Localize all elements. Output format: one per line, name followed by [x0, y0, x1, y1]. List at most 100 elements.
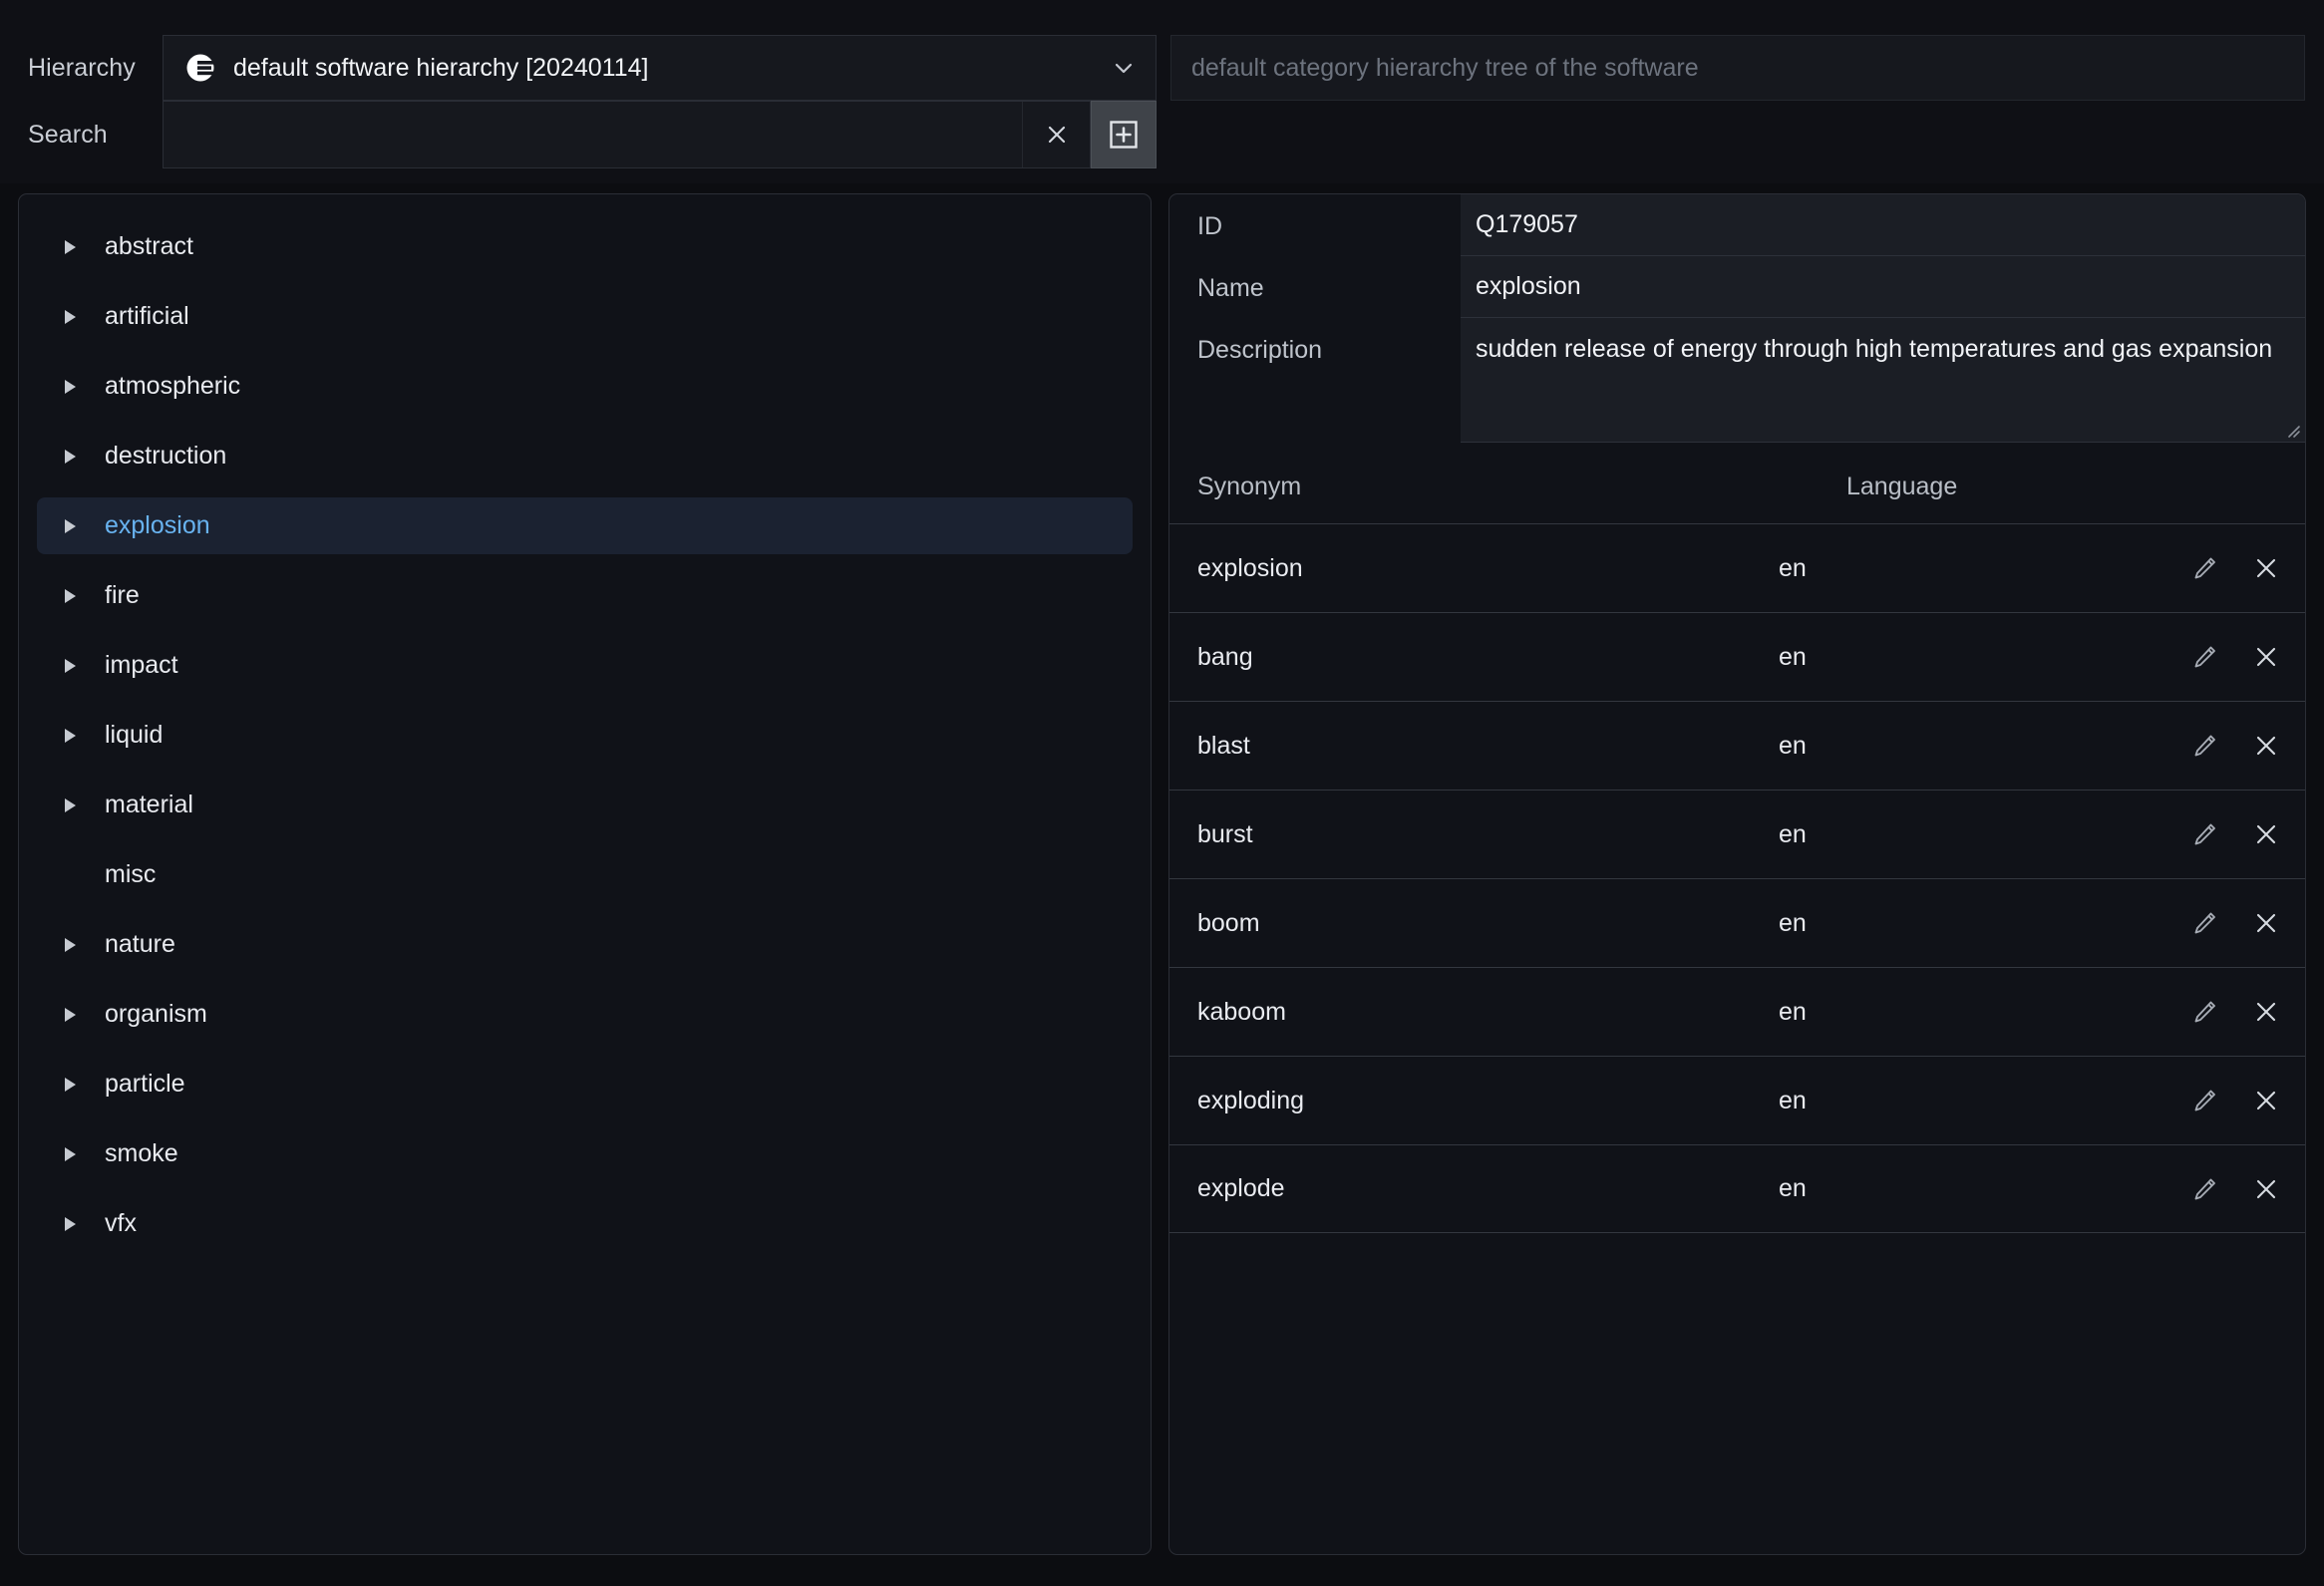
- synonym-row-actions: [2146, 995, 2305, 1029]
- tree-item-label: vfx: [105, 1209, 137, 1238]
- synonym-row-actions: [2146, 729, 2305, 763]
- synonym-row-actions: [2146, 817, 2305, 851]
- synonym-name: burst: [1169, 820, 1779, 849]
- pencil-icon: [2189, 731, 2219, 761]
- id-label: ID: [1169, 194, 1461, 241]
- tree-item-atmospheric[interactable]: atmospheric: [37, 358, 1133, 415]
- expand-arrow-icon[interactable]: [59, 934, 81, 956]
- expand-arrow-icon[interactable]: [59, 1213, 81, 1235]
- expand-arrow-icon[interactable]: [59, 585, 81, 607]
- tree-item-abstract[interactable]: abstract: [37, 218, 1133, 275]
- id-field[interactable]: Q179057: [1461, 194, 2305, 256]
- tree-item-fire[interactable]: fire: [37, 567, 1133, 624]
- delete-synonym-button[interactable]: [2249, 1172, 2283, 1206]
- hierarchy-description-placeholder: default category hierarchy tree of the s…: [1191, 54, 1699, 83]
- synonym-name: kaboom: [1169, 998, 1779, 1027]
- synonym-language: en: [1779, 643, 2146, 672]
- edit-synonym-button[interactable]: [2187, 906, 2221, 940]
- search-input[interactable]: [164, 102, 1022, 167]
- expand-arrow-icon[interactable]: [59, 1074, 81, 1096]
- edit-synonym-button[interactable]: [2187, 729, 2221, 763]
- entity-detail-panel: ID Q179057 Name explosion Description su…: [1168, 193, 2306, 1555]
- tree-item-spacer: [59, 864, 81, 886]
- edit-synonym-button[interactable]: [2187, 640, 2221, 674]
- synonym-row: bursten: [1169, 790, 2305, 878]
- expand-arrow-icon[interactable]: [59, 794, 81, 816]
- tree-item-explosion[interactable]: explosion: [37, 497, 1133, 554]
- delete-synonym-button[interactable]: [2249, 729, 2283, 763]
- description-text: sudden release of energy through high te…: [1476, 335, 2272, 363]
- hierarchy-select-value: default software hierarchy [20240114]: [233, 54, 1110, 83]
- expand-arrow-icon[interactable]: [59, 236, 81, 258]
- expand-arrow-icon[interactable]: [59, 376, 81, 398]
- tree-item-artificial[interactable]: artificial: [37, 288, 1133, 345]
- tree-item-organism[interactable]: organism: [37, 986, 1133, 1043]
- hierarchy-select[interactable]: default software hierarchy [20240114]: [163, 35, 1157, 101]
- add-box-icon: [1108, 119, 1140, 151]
- synonym-language: en: [1779, 1174, 2146, 1203]
- tree-item-nature[interactable]: nature: [37, 916, 1133, 973]
- expand-arrow-icon[interactable]: [59, 655, 81, 677]
- delete-synonym-button[interactable]: [2249, 906, 2283, 940]
- delete-synonym-button[interactable]: [2249, 640, 2283, 674]
- edit-synonym-button[interactable]: [2187, 995, 2221, 1029]
- tree-item-label: nature: [105, 930, 175, 959]
- tree-item-impact[interactable]: impact: [37, 637, 1133, 694]
- tree-item-material[interactable]: material: [37, 777, 1133, 833]
- pencil-icon: [2189, 553, 2219, 583]
- tree-item-vfx[interactable]: vfx: [37, 1195, 1133, 1252]
- edit-synonym-button[interactable]: [2187, 551, 2221, 585]
- resize-handle-icon[interactable]: [2285, 423, 2301, 439]
- expand-arrow-icon[interactable]: [59, 446, 81, 468]
- tree-item-liquid[interactable]: liquid: [37, 707, 1133, 764]
- language-column-header: Language: [1846, 473, 2305, 501]
- tree-item-destruction[interactable]: destruction: [37, 428, 1133, 484]
- tree-item-misc[interactable]: misc: [37, 846, 1133, 903]
- edit-synonym-button[interactable]: [2187, 1084, 2221, 1117]
- synonym-name: explode: [1169, 1174, 1779, 1203]
- synonym-name: explosion: [1169, 554, 1779, 583]
- search-row: Search: [0, 101, 2324, 168]
- tree-item-smoke[interactable]: smoke: [37, 1125, 1133, 1182]
- synonym-language: en: [1779, 820, 2146, 849]
- search-clear-button[interactable]: [1022, 102, 1090, 167]
- hierarchy-row: Hierarchy default software hierarchy [20…: [0, 35, 2324, 101]
- synonym-row-actions: [2146, 551, 2305, 585]
- hierarchy-description-input[interactable]: default category hierarchy tree of the s…: [1170, 35, 2305, 101]
- synonyms-table-body: explosionenbangenblastenburstenboomenkab…: [1169, 523, 2305, 1233]
- synonym-language: en: [1779, 554, 2146, 583]
- expand-arrow-icon[interactable]: [59, 306, 81, 328]
- expand-arrow-icon[interactable]: [59, 725, 81, 747]
- synonym-row: boomen: [1169, 878, 2305, 967]
- add-entry-button[interactable]: [1091, 101, 1157, 168]
- tree-item-particle[interactable]: particle: [37, 1056, 1133, 1112]
- close-icon: [2251, 1086, 2281, 1115]
- edit-synonym-button[interactable]: [2187, 817, 2221, 851]
- delete-synonym-button[interactable]: [2249, 551, 2283, 585]
- tree-item-label: atmospheric: [105, 372, 240, 401]
- edit-synonym-button[interactable]: [2187, 1172, 2221, 1206]
- expand-arrow-icon[interactable]: [59, 1143, 81, 1165]
- expand-arrow-icon[interactable]: [59, 515, 81, 537]
- tree-item-label: destruction: [105, 442, 226, 471]
- tree-item-label: material: [105, 791, 193, 819]
- tree-item-label: fire: [105, 581, 140, 610]
- delete-synonym-button[interactable]: [2249, 817, 2283, 851]
- synonym-row: bangen: [1169, 612, 2305, 701]
- close-icon: [2251, 731, 2281, 761]
- id-row: ID Q179057: [1169, 194, 2305, 256]
- name-field[interactable]: explosion: [1461, 256, 2305, 318]
- top-toolbar: Hierarchy default software hierarchy [20…: [0, 0, 2324, 183]
- close-icon: [2251, 908, 2281, 938]
- close-icon: [2251, 1174, 2281, 1204]
- delete-synonym-button[interactable]: [2249, 1084, 2283, 1117]
- description-field[interactable]: sudden release of energy through high te…: [1461, 318, 2305, 443]
- synonym-language: en: [1779, 998, 2146, 1027]
- pencil-icon: [2189, 642, 2219, 672]
- close-icon: [1044, 122, 1070, 148]
- expand-arrow-icon[interactable]: [59, 1004, 81, 1026]
- delete-synonym-button[interactable]: [2249, 995, 2283, 1029]
- tree-item-label: impact: [105, 651, 178, 680]
- synonym-column-header: Synonym: [1169, 473, 1846, 501]
- synonym-language: en: [1779, 732, 2146, 761]
